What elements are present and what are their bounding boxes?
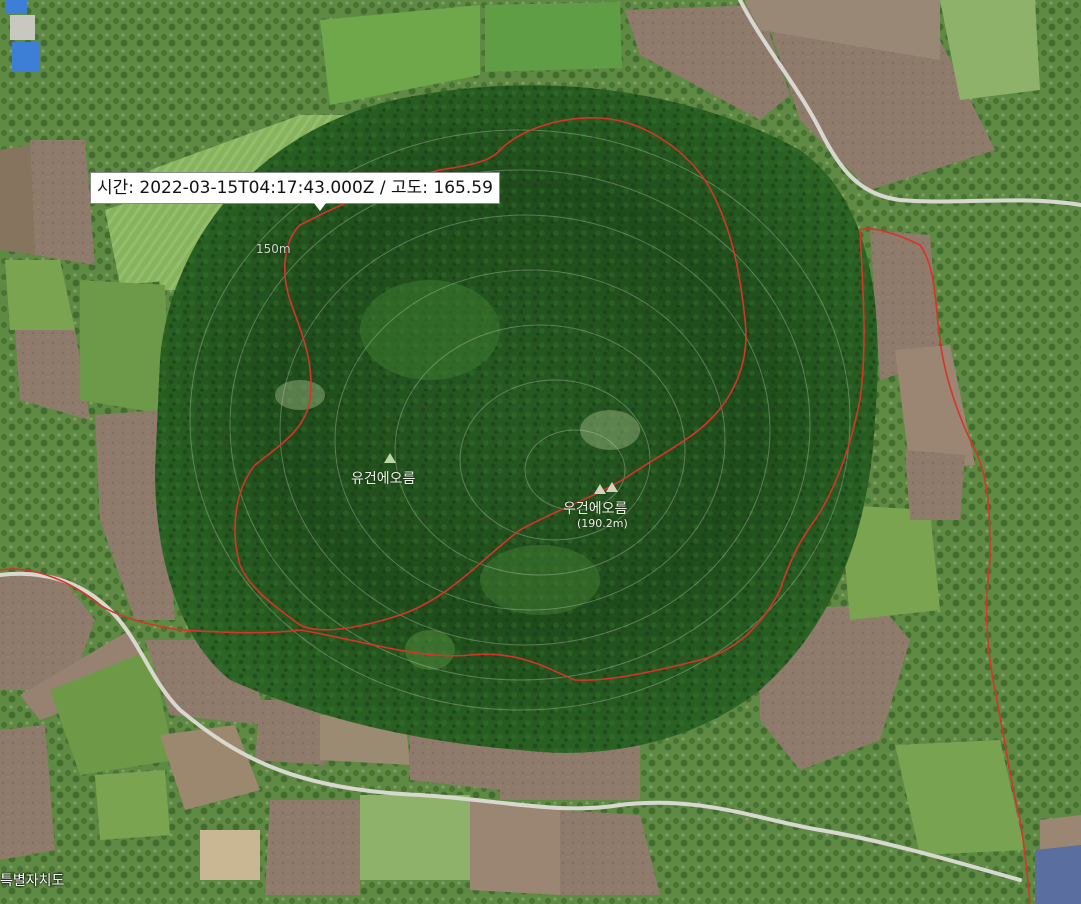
peak-icon bbox=[606, 482, 618, 492]
region-label: 특별자치도 bbox=[0, 873, 65, 889]
map-canvas[interactable]: 150m 유건에오름 우건에오름 (190.2m) 시간: 2022-03-15… bbox=[0, 0, 1081, 904]
peak-name-label[interactable]: 우건에오름 bbox=[563, 498, 627, 518]
elevation-label: 고도: bbox=[391, 178, 429, 198]
peak-icon bbox=[384, 453, 396, 463]
peak-name-label[interactable]: 유건에오름 bbox=[351, 468, 415, 488]
time-label: 시간: bbox=[97, 178, 135, 198]
separator: / bbox=[379, 178, 386, 198]
elevation-value: 165.59 bbox=[433, 178, 493, 198]
time-value: 2022-03-15T04:17:43.000Z bbox=[139, 178, 375, 198]
tooltip-pointer bbox=[314, 203, 326, 211]
peak-icon bbox=[594, 484, 606, 494]
contour-label: 150m bbox=[256, 242, 291, 256]
track-point-tooltip: 시간: 2022-03-15T04:17:43.000Z / 고도: 165.5… bbox=[90, 172, 500, 204]
satellite-layer bbox=[0, 0, 1081, 904]
peak-elevation-label: (190.2m) bbox=[577, 517, 628, 530]
